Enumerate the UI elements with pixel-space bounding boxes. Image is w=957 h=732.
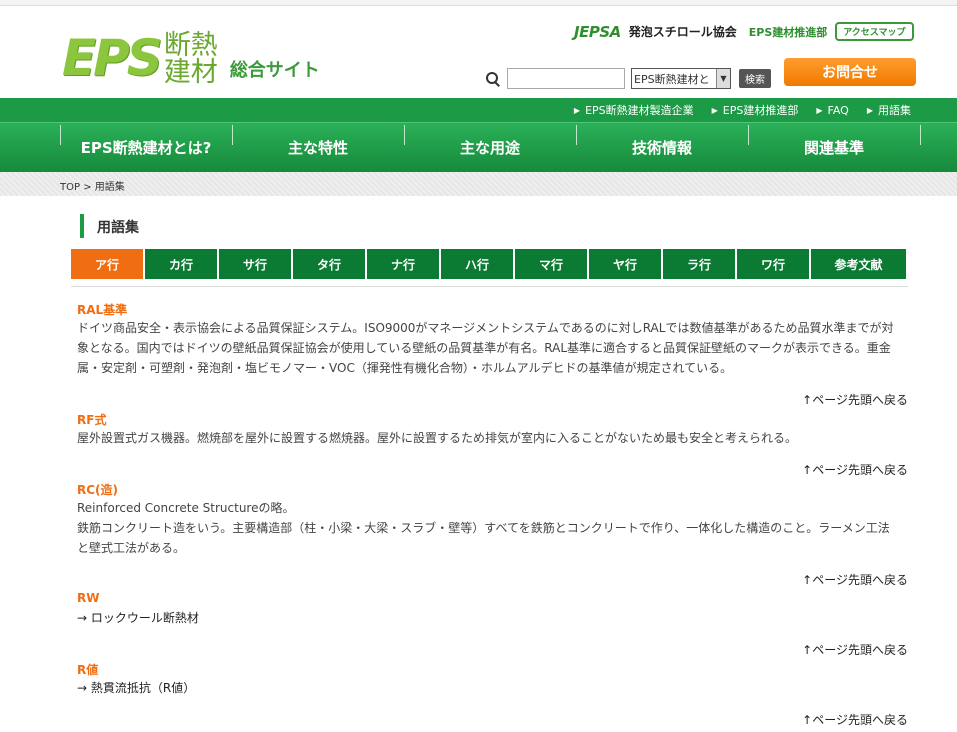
breadcrumb[interactable]: TOP > 用語集 [60, 178, 125, 193]
description-line: 象となる。国内ではドイツの壁紙品質保証協会が使用している壁紙の品質基準が有名。R… [77, 341, 891, 355]
subnav-item-glossary[interactable]: ▶ 用語集 [867, 102, 911, 118]
search-area: EPS断熱建材と ▼ 検索 [485, 68, 771, 89]
subnav-item-manufacturers[interactable]: ▶ EPS断熱建材製造企業 [574, 102, 694, 118]
back-to-top-link[interactable]: ↑ページ先頭へ戻る [802, 461, 908, 478]
search-icon [485, 71, 501, 87]
access-map-button[interactable]: アクセスマップ [835, 22, 914, 41]
sub-navigation: ▶ EPS断熱建材製造企業 ▶ EPS建材推進部 ▶ FAQ ▶ 用語集 [0, 98, 957, 122]
search-scope-value: EPS断熱建材と [634, 72, 710, 86]
description-line: 屋外設置式ガス機器。燃焼部を屋外に設置する燃焼器。屋外に設置するため排気が室内に… [77, 431, 798, 445]
kana-tabs: ア行 カ行 サ行 タ行 ナ行 ハ行 マ行 ヤ行 ラ行 ワ行 参考文献 [71, 249, 906, 279]
site-logo[interactable]: EPS 断熱 建材 総合サイト [62, 22, 320, 86]
logo-jp-line2: 建材 [163, 57, 218, 88]
tab-ya-row[interactable]: ヤ行 [589, 249, 661, 279]
main-navigation: EPS断熱建材とは? 主な特性 主な用途 技術情報 関連基準 [0, 122, 957, 172]
search-scope-select[interactable]: EPS断熱建材と ▼ [631, 68, 731, 89]
subnav-item-division[interactable]: ▶ EPS建材推進部 [712, 102, 799, 118]
description-line: ドイツ商品安全・表示協会による品質保証システム。ISO9000がマネージメントシ… [77, 321, 894, 335]
contact-button[interactable]: お問合せ [784, 58, 916, 86]
tab-ra-row[interactable]: ラ行 [663, 249, 735, 279]
nav-item-uses[interactable]: 主な用途 [404, 123, 576, 171]
logo-jp-text: 断熱 建材 [164, 32, 218, 86]
tab-ta-row[interactable]: タ行 [293, 249, 365, 279]
glossary-term: RAL基準 [77, 303, 128, 317]
logo-eps-text: EPS [62, 29, 163, 87]
tab-references[interactable]: 参考文献 [811, 249, 906, 279]
description-line: 鉄筋コンクリート造をいう。主要構造部（柱・小梁・大梁・スラブ・壁等）すべてを鉄筋… [77, 521, 890, 535]
subnav-item-label: 用語集 [878, 104, 911, 117]
jepsa-logo[interactable]: JEPSA [574, 23, 621, 41]
tab-na-row[interactable]: ナ行 [367, 249, 439, 279]
tabs-divider [71, 286, 908, 287]
glossary-description[interactable]: → ロックウール断熱材 [77, 608, 899, 628]
glossary-description: Reinforced Concrete Structureの略。 鉄筋コンクリー… [77, 498, 899, 558]
tab-ha-row[interactable]: ハ行 [441, 249, 513, 279]
nav-separator [920, 125, 921, 145]
page-title: 用語集 [97, 220, 139, 236]
back-to-top-link[interactable]: ↑ページ先頭へ戻る [802, 571, 908, 588]
glossary-term: RW [77, 591, 100, 605]
glossary-term: RF式 [77, 413, 107, 427]
description-line[interactable]: → ロックウール断熱材 [77, 608, 899, 628]
triangle-right-icon: ▶ [816, 105, 823, 115]
subnav-item-label: FAQ [827, 103, 849, 117]
jepsa-branding: JEPSA 発泡スチロール協会 EPS建材推進部 アクセスマップ [574, 22, 914, 41]
glossary-description: ドイツ商品安全・表示協会による品質保証システム。ISO9000がマネージメントシ… [77, 318, 899, 378]
glossary-description: 屋外設置式ガス機器。燃焼部を屋外に設置する燃焼器。屋外に設置するため排気が室内に… [77, 428, 899, 448]
tab-ma-row[interactable]: マ行 [515, 249, 587, 279]
description-line: 属・安定剤・可塑剤・発泡剤・塩ビモノマー・VOC（揮発性有機化合物）・ホルムアル… [77, 361, 733, 375]
search-button[interactable]: 検索 [739, 69, 771, 88]
triangle-right-icon: ▶ [573, 105, 581, 115]
tab-wa-row[interactable]: ワ行 [737, 249, 809, 279]
back-to-top-link[interactable]: ↑ページ先頭へ戻る [802, 641, 908, 658]
chevron-down-icon: ▼ [716, 69, 730, 88]
nav-item-technical[interactable]: 技術情報 [576, 123, 748, 171]
nav-item-standards[interactable]: 関連基準 [748, 123, 920, 171]
tab-ka-row[interactable]: カ行 [145, 249, 217, 279]
subnav-item-faq[interactable]: ▶ FAQ [816, 102, 848, 118]
logo-site-text: 総合サイト [229, 60, 320, 81]
page-title-accent [80, 214, 84, 238]
back-to-top-link[interactable]: ↑ページ先頭へ戻る [802, 391, 908, 408]
glossary-term: R値 [77, 663, 99, 677]
description-line[interactable]: → 熱貫流抵抗（R値） [77, 678, 899, 698]
back-to-top-link[interactable]: ↑ページ先頭へ戻る [802, 711, 908, 728]
triangle-right-icon: ▶ [866, 105, 873, 115]
description-line: と壁式工法がある。 [77, 541, 186, 555]
site-header: EPS 断熱 建材 総合サイト JEPSA 発泡スチロール協会 EPS建材推進部… [0, 6, 957, 98]
nav-item-about-eps[interactable]: EPS断熱建材とは? [60, 123, 232, 171]
breadcrumb-strip [0, 172, 957, 196]
subnav-item-label: EPS建材推進部 [722, 104, 799, 117]
search-input[interactable] [507, 68, 625, 89]
tab-sa-row[interactable]: サ行 [219, 249, 291, 279]
glossary-term: RC(造) [77, 483, 119, 497]
jepsa-name: 発泡スチロール協会 [628, 25, 737, 39]
triangle-right-icon: ▶ [711, 105, 718, 115]
subnav-item-label: EPS断熱建材製造企業 [585, 104, 694, 117]
description-line: Reinforced Concrete Structureの略。 [77, 501, 295, 515]
glossary-description[interactable]: → 熱貫流抵抗（R値） [77, 678, 899, 698]
tab-a-row[interactable]: ア行 [71, 249, 143, 279]
logo-jp-line1: 断熱 [163, 30, 218, 61]
nav-item-features[interactable]: 主な特性 [232, 123, 404, 171]
jepsa-division-link[interactable]: EPS建材推進部 [749, 24, 828, 40]
